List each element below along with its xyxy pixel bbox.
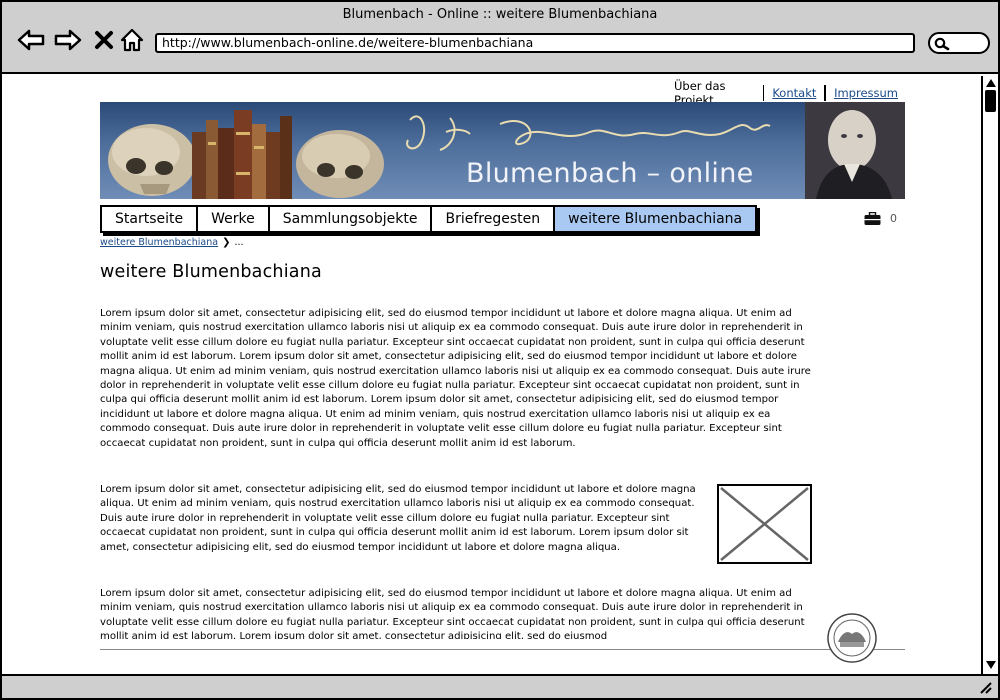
address-bar[interactable]: http://www.blumenbach-online.de/weitere-… bbox=[155, 33, 915, 53]
browser-window: Blumenbach - Online :: weitere Blumenbac… bbox=[0, 0, 1000, 700]
browser-titlebar: Blumenbach - Online :: weitere Blumenbac… bbox=[2, 2, 998, 74]
meta-links: Über das Projekt Kontakt Impressum bbox=[666, 79, 906, 107]
tab-sammlungsobjekte[interactable]: Sammlungsobjekte bbox=[270, 207, 433, 231]
skull-image bbox=[296, 130, 384, 198]
tab-werke[interactable]: Werke bbox=[198, 207, 270, 231]
body-paragraph: Lorem ipsum dolor sit amet, consectetur … bbox=[100, 308, 811, 449]
image-placeholder-icon bbox=[720, 487, 809, 561]
briefcase-icon bbox=[864, 212, 881, 225]
resize-grip-icon[interactable] bbox=[978, 680, 992, 694]
body-paragraph: Lorem ipsum dolor sit amet, consectetur … bbox=[100, 588, 805, 639]
stop-button[interactable] bbox=[90, 26, 118, 54]
scroll-up-icon[interactable] bbox=[985, 78, 997, 88]
cart-count: 0 bbox=[890, 212, 897, 225]
footer-divider bbox=[100, 649, 905, 650]
collection-cart[interactable]: 0 bbox=[864, 212, 897, 225]
skull-image bbox=[108, 124, 196, 196]
tab-weitere-blumenbachiana[interactable]: weitere Blumenbachiana bbox=[555, 207, 756, 231]
chevron-right-icon: ❯ bbox=[222, 237, 231, 248]
main-navigation: Startseite Werke Sammlungsobjekte Briefr… bbox=[100, 205, 758, 233]
books-image bbox=[192, 110, 292, 199]
breadcrumb-current: ... bbox=[234, 237, 244, 248]
window-title: Blumenbach - Online :: weitere Blumenbac… bbox=[342, 7, 658, 22]
contact-link[interactable]: Kontakt bbox=[764, 86, 824, 100]
home-button[interactable] bbox=[118, 26, 146, 54]
forward-button[interactable] bbox=[54, 26, 82, 54]
image-placeholder bbox=[717, 484, 812, 564]
scroll-thumb[interactable] bbox=[985, 90, 996, 112]
arrow-left-icon bbox=[17, 29, 45, 51]
browser-statusbar bbox=[2, 674, 998, 698]
arrow-right-icon bbox=[54, 29, 82, 51]
close-icon bbox=[95, 31, 113, 49]
portrait-image bbox=[805, 102, 905, 199]
breadcrumb-link[interactable]: weitere Blumenbachiana bbox=[100, 237, 218, 248]
scroll-down-icon[interactable] bbox=[985, 660, 997, 670]
page-viewport: Über das Projekt Kontakt Impressum Blume… bbox=[2, 76, 981, 674]
signature-image bbox=[406, 115, 771, 151]
vertical-scrollbar[interactable] bbox=[981, 76, 998, 674]
body-paragraph: Lorem ipsum dolor sit amet, consectetur … bbox=[100, 484, 696, 553]
tab-briefregesten[interactable]: Briefregesten bbox=[432, 207, 556, 231]
banner-title: Blumenbach – online bbox=[466, 158, 754, 189]
tab-startseite[interactable]: Startseite bbox=[102, 207, 199, 231]
back-button[interactable] bbox=[17, 26, 45, 54]
home-icon bbox=[120, 28, 144, 52]
breadcrumb: weitere Blumenbachiana ❯ ... bbox=[100, 237, 244, 248]
page-title: weitere Blumenbachiana bbox=[100, 262, 322, 282]
browser-search-field[interactable] bbox=[928, 32, 990, 54]
imprint-link[interactable]: Impressum bbox=[826, 86, 906, 100]
site-banner: Blumenbach – online bbox=[100, 102, 905, 199]
academy-seal-icon bbox=[827, 613, 877, 663]
search-icon bbox=[934, 37, 950, 51]
